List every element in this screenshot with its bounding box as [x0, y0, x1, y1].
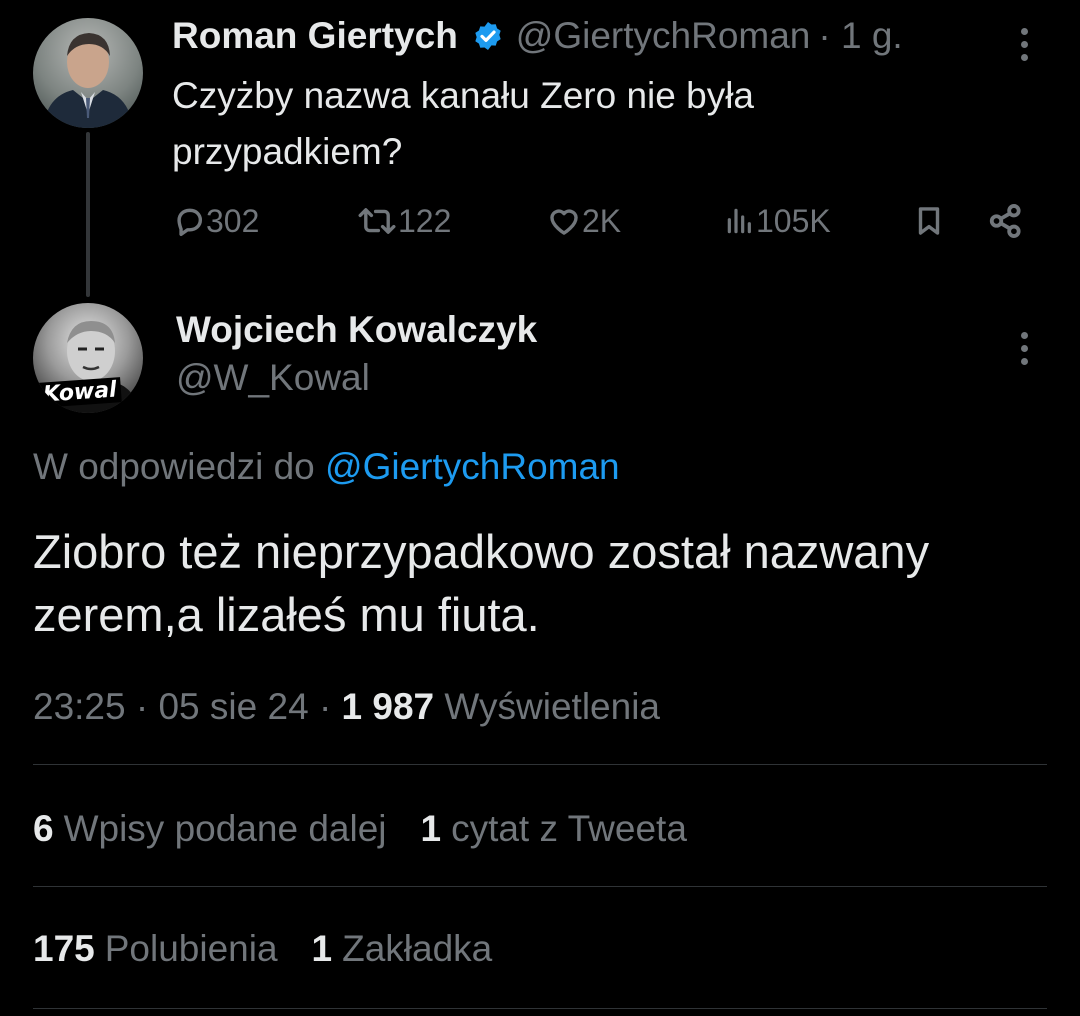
parent-author-name[interactable]: Roman Giertych	[172, 14, 458, 58]
divider	[33, 764, 1047, 765]
thread-connector-line	[86, 132, 90, 297]
reply-count: 302	[206, 202, 260, 239]
reply-to-mention-link[interactable]: @GiertychRoman	[325, 446, 620, 487]
tweet-meta: 23:25 · 05 sie 24 · 1 987 Wyświetlenia	[33, 686, 660, 727]
verified-badge-icon	[475, 22, 501, 50]
reply-context: W odpowiedzi do @GiertychRoman	[33, 444, 620, 490]
like-count: 2K	[582, 202, 622, 239]
views-bar-icon	[727, 208, 751, 234]
reposts-label: Wpisy podane dalej	[63, 808, 387, 849]
parent-time-ago[interactable]: · 1 g.	[818, 14, 902, 58]
retweet-count: 122	[398, 202, 452, 239]
parent-author-avatar[interactable]	[33, 18, 143, 128]
reposts-stat-link[interactable]: 6 Wpisy podane dalej	[33, 806, 387, 852]
heart-icon	[550, 209, 578, 235]
tweet-views-label: Wyświetlenia	[444, 686, 660, 727]
reply-author-handle[interactable]: @W_Kowal	[176, 356, 370, 400]
avatar-portrait-icon	[43, 33, 133, 128]
parent-author-handle[interactable]: @GiertychRoman	[516, 14, 811, 58]
parent-tweet-header: Roman Giertych @GiertychRoman · 1 g.	[172, 14, 903, 58]
divider	[33, 1008, 1047, 1009]
reply-author-avatar[interactable]: Kowal	[33, 303, 143, 413]
reposts-count: 6	[33, 808, 54, 849]
retweet-button[interactable]: 122	[356, 196, 451, 246]
quotes-stat-link[interactable]: 1 cytat z Tweeta	[421, 806, 687, 852]
engagement-row-likes: 175 Polubienia 1 Zakładka	[33, 926, 492, 972]
more-dots-icon[interactable]	[1021, 28, 1028, 61]
tweet-thread-view: Roman Giertych @GiertychRoman · 1 g. Czy…	[0, 0, 1080, 1016]
share-button[interactable]	[986, 196, 1026, 246]
retweet-icon	[358, 208, 396, 234]
engagement-row-reposts: 6 Wpisy podane dalej 1 cytat z Tweeta	[33, 806, 687, 852]
quotes-label: cytat z Tweeta	[451, 808, 687, 849]
reply-to-prefix: W odpowiedzi do	[33, 446, 315, 487]
bookmarks-label: Zakładka	[342, 928, 493, 969]
divider	[33, 886, 1047, 887]
reply-author-name[interactable]: Wojciech Kowalczyk	[176, 308, 537, 352]
likes-stat-link[interactable]: 175 Polubienia	[33, 926, 278, 972]
likes-count: 175	[33, 928, 95, 969]
bookmark-button[interactable]	[912, 196, 946, 246]
view-count: 105K	[756, 202, 831, 239]
share-icon	[989, 204, 1021, 238]
bookmarks-count: 1	[311, 928, 333, 969]
bookmarks-stat-link[interactable]: 1 Zakładka	[312, 926, 493, 972]
quotes-count: 1	[420, 808, 442, 849]
more-dots-icon[interactable]	[1021, 332, 1028, 365]
like-button[interactable]: 2K	[546, 196, 621, 246]
reply-tweet-text: Ziobro też nieprzypadkowo został nazwany…	[33, 525, 930, 641]
tweet-views-count: 1 987	[341, 686, 435, 727]
parent-tweet-text: Czyżby nazwa kanału Zero nie była przypa…	[172, 75, 755, 172]
tweet-time[interactable]: 23:25	[33, 686, 126, 727]
reply-button[interactable]: 302	[172, 196, 259, 246]
reply-icon	[177, 208, 203, 237]
views-button[interactable]: 105K	[724, 196, 831, 246]
bookmark-icon	[918, 207, 940, 235]
parent-tweet-actions: 302 122 2K 105K	[172, 196, 1032, 246]
likes-label: Polubienia	[104, 928, 278, 969]
tweet-date[interactable]: 05 sie 24	[158, 686, 308, 727]
